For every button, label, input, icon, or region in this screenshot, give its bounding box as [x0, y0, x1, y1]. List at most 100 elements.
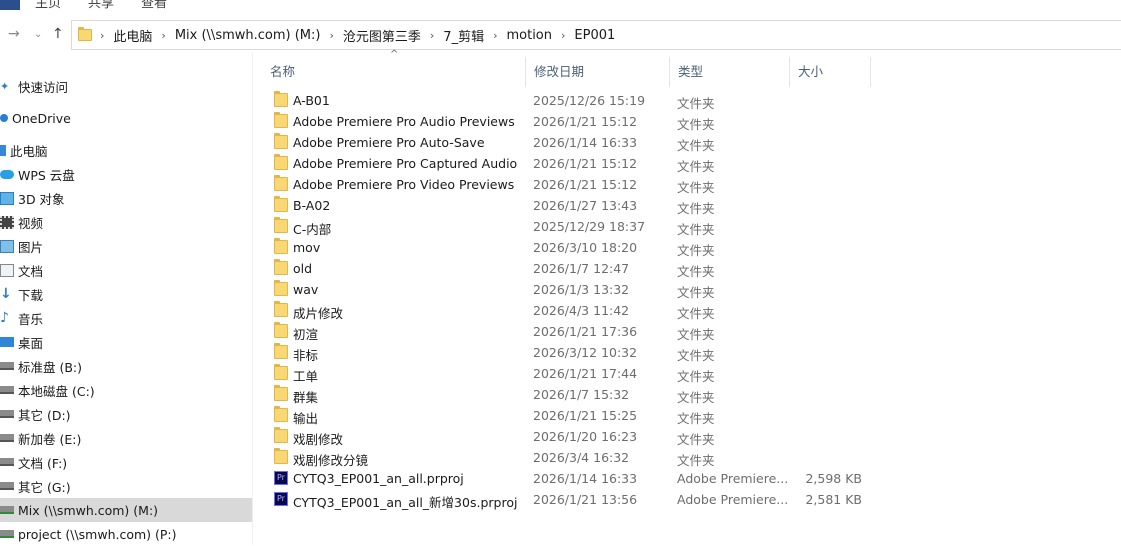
chevron-right-icon[interactable]: › [100, 29, 104, 42]
file-type: 文件夹 [677, 180, 715, 195]
file-row[interactable]: Pr CYTQ3_EP001_an_all_新增30s.prproj 2026/1/… [262, 489, 882, 510]
chevron-right-icon[interactable]: › [161, 29, 165, 42]
file-row[interactable]: 工单 2026/1/21 17:44 文件夹 [262, 363, 882, 384]
file-size: 2,598 KB [805, 471, 862, 486]
sidebar-item-label: Mix (\\smwh.com) (M:) [18, 502, 159, 518]
document-icon [0, 263, 14, 277]
file-row[interactable]: Adobe Premiere Pro Captured Audio 2026/1/… [262, 153, 882, 174]
breadcrumb-motion[interactable]: motion [506, 28, 552, 43]
pane-divider[interactable] [252, 52, 253, 545]
sidebar-item-drive-g[interactable]: 其它 (G:) [0, 474, 252, 498]
file-name: B-A02 [293, 198, 331, 213]
file-row[interactable]: old 2026/1/7 12:47 文件夹 [262, 258, 882, 279]
sidebar-item-quick-access[interactable]: ✦ 快速访问 [0, 74, 252, 98]
folder-icon [274, 364, 288, 380]
sidebar-item-label: 此电脑 [10, 143, 48, 159]
file-row[interactable]: 群集 2026/1/7 15:32 文件夹 [262, 384, 882, 405]
column-header-type[interactable]: 类型 [670, 57, 790, 87]
folder-icon [274, 175, 288, 191]
file-row[interactable]: Pr CYTQ3_EP001_an_all.prproj 2026/1/14 16:… [262, 468, 882, 489]
drive-icon [0, 458, 14, 466]
file-name: mov [293, 240, 321, 255]
chevron-right-icon[interactable]: › [430, 29, 434, 42]
file-type: 文件夹 [677, 117, 715, 132]
sidebar-item-label: project (\\smwh.com) (P:) [18, 526, 177, 542]
sidebar-item-drive-c[interactable]: 本地磁盘 (C:) [0, 378, 252, 402]
file-name: 戏剧修改 [293, 432, 344, 447]
chevron-right-icon[interactable]: › [329, 29, 333, 42]
tab-home[interactable]: 主页 [35, 0, 61, 10]
sidebar-item-desktop[interactable]: 桌面 [0, 330, 252, 354]
file-date: 2026/1/7 12:47 [533, 261, 630, 276]
sidebar-item-drive-f[interactable]: 文档 (F:) [0, 450, 252, 474]
recent-locations-chevron-icon[interactable]: ⌄ [34, 29, 42, 40]
file-row[interactable]: B-A02 2026/1/27 13:43 文件夹 [262, 195, 882, 216]
column-header-date[interactable]: 修改日期 [526, 57, 670, 87]
file-row[interactable]: A-B01 2025/12/26 15:19 文件夹 [262, 90, 882, 111]
sidebar-item-pictures[interactable]: 图片 [0, 234, 252, 258]
column-header-name[interactable]: 名称 [262, 57, 526, 87]
file-row[interactable]: 输出 2026/1/21 15:25 文件夹 [262, 405, 882, 426]
sidebar-item-label: 音乐 [18, 311, 44, 327]
file-date: 2026/3/10 18:20 [533, 240, 638, 255]
file-row[interactable]: Adobe Premiere Pro Auto-Save 2026/1/14 16… [262, 132, 882, 153]
sidebar-item-wps-cloud[interactable]: WPS 云盘 [0, 162, 252, 186]
sidebar-item-label: 其它 (G:) [18, 479, 71, 495]
file-name: Adobe Premiere Pro Audio Previews [293, 114, 515, 129]
up-arrow-icon[interactable]: ↑ [52, 26, 64, 42]
file-name: CYTQ3_EP001_an_all.prproj [293, 471, 464, 486]
forward-arrow-icon[interactable]: → [8, 26, 20, 42]
file-row[interactable]: wav 2026/1/3 13:32 文件夹 [262, 279, 882, 300]
file-row[interactable]: Adobe Premiere Pro Video Previews 2026/1/… [262, 174, 882, 195]
file-row[interactable]: Adobe Premiere Pro Audio Previews 2026/1/… [262, 111, 882, 132]
file-type: 文件夹 [677, 243, 715, 258]
sidebar-item-3d-objects[interactable]: 3D 对象 [0, 186, 252, 210]
file-type: 文件夹 [677, 306, 715, 321]
breadcrumb-project[interactable]: 沧元图第三季 [343, 26, 421, 45]
file-row[interactable]: mov 2026/3/10 18:20 文件夹 [262, 237, 882, 258]
sidebar-item-downloads[interactable]: ↓ 下载 [0, 282, 252, 306]
drive-icon [0, 362, 14, 370]
tab-share[interactable]: 共享 [88, 0, 114, 10]
chevron-right-icon[interactable]: › [493, 29, 497, 42]
sidebar-item-label: 下载 [18, 287, 44, 303]
chevron-right-icon[interactable]: › [561, 29, 565, 42]
tab-view[interactable]: 查看 [141, 0, 167, 10]
folder-icon [274, 259, 288, 275]
sidebar-item-drive-b[interactable]: 标准盘 (B:) [0, 354, 252, 378]
file-row[interactable]: 戏剧修改 2026/1/20 16:23 文件夹 [262, 426, 882, 447]
folder-icon [274, 112, 288, 128]
breadcrumb-edit[interactable]: 7_剪辑 [443, 26, 484, 45]
file-tab[interactable] [0, 0, 20, 10]
column-header-size[interactable]: 大小 [790, 57, 871, 87]
file-type: 文件夹 [677, 348, 715, 363]
file-date: 2026/1/14 16:33 [533, 471, 638, 486]
drive-icon [0, 410, 14, 418]
file-row[interactable]: 非标 2026/3/12 10:32 文件夹 [262, 342, 882, 363]
file-row[interactable]: 初渲 2026/1/21 17:36 文件夹 [262, 321, 882, 342]
sidebar-item-onedrive[interactable]: OneDrive [0, 106, 252, 130]
sidebar-item-this-pc[interactable]: 此电脑 [0, 138, 252, 162]
file-name: C-内部 [293, 222, 332, 237]
video-icon [0, 215, 14, 229]
sidebar-item-drive-e[interactable]: 新加卷 (E:) [0, 426, 252, 450]
file-type: 文件夹 [677, 432, 715, 447]
file-date: 2025/12/26 15:19 [533, 93, 646, 108]
sidebar-item-drive-d[interactable]: 其它 (D:) [0, 402, 252, 426]
file-date: 2026/1/21 17:36 [533, 324, 638, 339]
address-bar[interactable]: › 此电脑 › Mix (\\smwh.com) (M:) › 沧元图第三季 ›… [71, 20, 1121, 50]
file-row[interactable]: C-内部 2025/12/29 18:37 文件夹 [262, 216, 882, 237]
sidebar-item-music[interactable]: ♪ 音乐 [0, 306, 252, 330]
sidebar-item-drive-m[interactable]: Mix (\\smwh.com) (M:) [0, 498, 252, 522]
file-name: 成片修改 [293, 306, 344, 321]
folder-icon [274, 133, 288, 149]
file-row[interactable]: 成片修改 2026/4/3 11:42 文件夹 [262, 300, 882, 321]
file-name: old [293, 261, 313, 276]
breadcrumb-this-pc[interactable]: 此电脑 [113, 26, 152, 45]
breadcrumb-ep001[interactable]: EP001 [574, 28, 615, 43]
sidebar-item-videos[interactable]: 视频 [0, 210, 252, 234]
sidebar-item-drive-p[interactable]: project (\\smwh.com) (P:) [0, 522, 252, 546]
sidebar-item-documents[interactable]: 文档 [0, 258, 252, 282]
breadcrumb-drive[interactable]: Mix (\\smwh.com) (M:) [175, 28, 321, 43]
file-row[interactable]: 戏剧修改分镜 2026/3/4 16:32 文件夹 [262, 447, 882, 468]
